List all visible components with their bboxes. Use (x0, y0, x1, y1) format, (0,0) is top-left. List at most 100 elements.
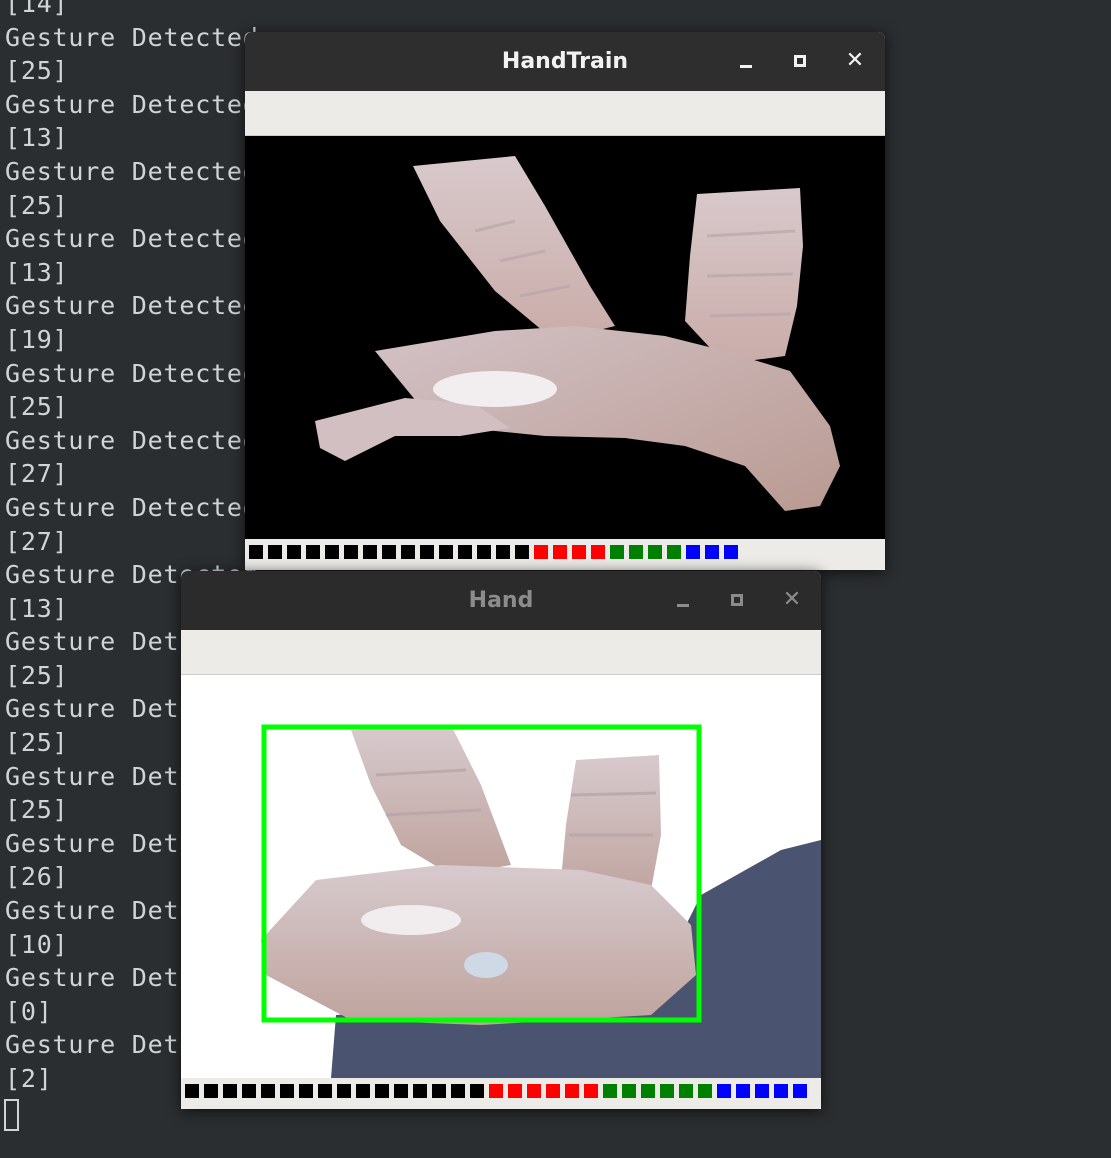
color-swatch (280, 1084, 294, 1098)
color-swatch (299, 1084, 313, 1098)
color-swatch (432, 1084, 446, 1098)
hand-trackbar[interactable] (181, 1078, 821, 1109)
terminal-line: [27] (5, 459, 69, 489)
color-swatch (451, 1084, 465, 1098)
color-swatch (287, 545, 301, 559)
color-swatch (223, 1084, 237, 1098)
terminal-cursor (4, 1099, 19, 1131)
color-swatch (420, 545, 434, 559)
terminal-line: Gesture Detected (5, 89, 259, 119)
thumbnail-highlight (464, 952, 508, 978)
color-swatch (470, 1084, 484, 1098)
color-swatch (344, 545, 358, 559)
color-swatch (458, 545, 472, 559)
color-swatch (356, 1084, 370, 1098)
color-swatch (686, 545, 700, 559)
terminal-line: Gesture Detected (5, 156, 259, 186)
color-swatch (705, 545, 719, 559)
color-swatch (489, 1084, 503, 1098)
close-icon: ✕ (782, 587, 802, 612)
color-swatch (325, 545, 339, 559)
handtrain-trackbar[interactable] (245, 539, 885, 570)
color-swatch (515, 545, 529, 559)
color-swatch (667, 545, 681, 559)
color-swatch (508, 1084, 522, 1098)
segmented-hand-image (315, 156, 840, 511)
color-swatch (477, 545, 491, 559)
color-swatch (382, 545, 396, 559)
handtrain-image-view (245, 136, 885, 539)
terminal-line: [14] (5, 0, 69, 18)
color-swatch (717, 1084, 731, 1098)
color-swatch (242, 1084, 256, 1098)
color-swatch (268, 545, 282, 559)
close-icon: ✕ (845, 48, 865, 73)
hand-window[interactable]: Hand ✕ (181, 571, 821, 1109)
color-swatch (261, 1084, 275, 1098)
minimize-button[interactable] (668, 585, 698, 615)
terminal-line: Gesture Detected (5, 358, 259, 388)
color-swatch (318, 1084, 332, 1098)
color-swatch (622, 1084, 636, 1098)
hand-image-view (181, 675, 821, 1078)
camera-frame-image (261, 724, 821, 1078)
color-swatch (204, 1084, 218, 1098)
color-swatch (306, 545, 320, 559)
terminal-line: Gesture Detected (5, 22, 259, 52)
color-swatch (565, 1084, 579, 1098)
handtrain-titlebar[interactable]: HandTrain ✕ (245, 32, 885, 92)
maximize-icon (731, 594, 743, 606)
color-swatch (546, 1084, 560, 1098)
color-swatch (755, 1084, 769, 1098)
terminal-line: Gesture Detected (5, 425, 259, 455)
close-button[interactable]: ✕ (777, 585, 807, 615)
terminal-line: Gesture Detected (5, 492, 259, 522)
color-swatch (610, 545, 624, 559)
color-swatch (337, 1084, 351, 1098)
color-swatch (401, 545, 415, 559)
terminal-line: [13] (5, 123, 69, 153)
color-swatch (736, 1084, 750, 1098)
color-swatch (603, 1084, 617, 1098)
color-swatch (553, 545, 567, 559)
terminal-line: [25] (5, 56, 69, 86)
palm-shape (261, 865, 696, 1025)
color-swatch (641, 1084, 655, 1098)
fingernail-highlight (433, 371, 557, 407)
color-swatch (591, 545, 605, 559)
maximize-button[interactable] (722, 585, 752, 615)
terminal-line: [19] (5, 324, 69, 354)
color-swatch (648, 545, 662, 559)
maximize-icon (794, 55, 806, 67)
color-swatch (496, 545, 510, 559)
terminal-line: [27] (5, 526, 69, 556)
color-swatch (660, 1084, 674, 1098)
terminal-line: Gesture Detected (5, 224, 259, 254)
index-finger-shape (351, 725, 511, 875)
terminal-line: [25] (5, 190, 69, 220)
minimize-button[interactable] (731, 46, 761, 76)
color-swatch (698, 1084, 712, 1098)
minimize-icon (740, 65, 752, 68)
minimize-icon (677, 604, 689, 607)
hand-toolbar (181, 630, 821, 675)
color-swatch (724, 545, 738, 559)
color-swatch (793, 1084, 807, 1098)
handtrain-window[interactable]: HandTrain ✕ (245, 32, 885, 570)
color-swatch (629, 545, 643, 559)
color-swatch (534, 545, 548, 559)
maximize-button[interactable] (785, 46, 815, 76)
fingernail-highlight (361, 905, 461, 935)
color-swatch (375, 1084, 389, 1098)
color-swatch (527, 1084, 541, 1098)
color-swatch (394, 1084, 408, 1098)
color-swatch (572, 545, 586, 559)
hand-titlebar[interactable]: Hand ✕ (181, 571, 821, 631)
terminal-line: [25] (5, 392, 69, 422)
color-swatch (439, 545, 453, 559)
color-swatch (363, 545, 377, 559)
hand-swatch-row (185, 1084, 812, 1098)
close-button[interactable]: ✕ (840, 46, 870, 76)
color-swatch (249, 545, 263, 559)
color-swatch (679, 1084, 693, 1098)
